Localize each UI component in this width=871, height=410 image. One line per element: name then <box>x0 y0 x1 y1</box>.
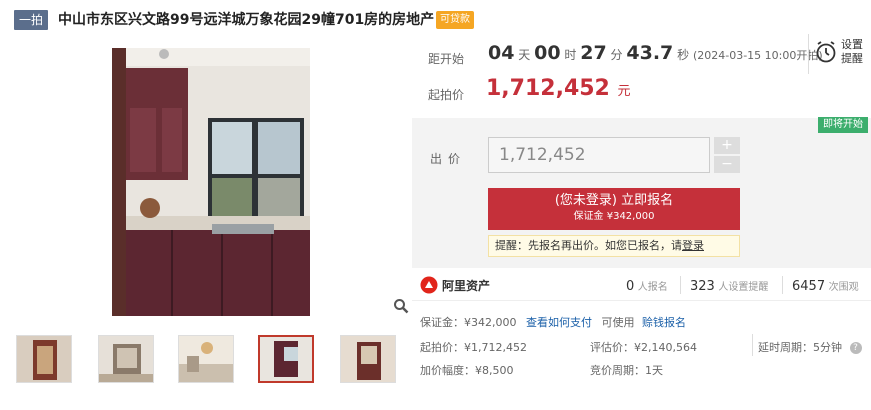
how-to-pay-link[interactable]: 查看如何支付 <box>526 316 592 329</box>
countdown-minutes: 27 <box>580 42 607 64</box>
delay-text: 延时周期：5分钟 <box>758 341 842 354</box>
stats-divider-1 <box>680 276 681 294</box>
reminder-count: 323 人设置提醒 <box>690 278 768 294</box>
start-price-amount: 1,712,452 <box>486 76 610 101</box>
set-reminder-button[interactable]: 设置 提醒 <box>808 34 870 74</box>
start-price-value: 1,712,452 元 <box>486 76 631 101</box>
detail-increment: 加价幅度：¥8,500 <box>420 364 514 377</box>
detail-cycle: 竞价周期：1天 <box>590 364 663 377</box>
reminders-label: 人设置提醒 <box>718 282 769 293</box>
increase-bid-button[interactable]: + <box>714 137 740 154</box>
platform-name: 阿里资产 <box>442 279 491 293</box>
tip-text: 提醒：先报名再出价。如您已报名，请 <box>495 239 682 252</box>
zoom-icon[interactable] <box>393 298 409 314</box>
thumbnail-1[interactable] <box>16 335 72 383</box>
view-count: 6457 次围观 <box>792 278 859 294</box>
reminder-label-2: 提醒 <box>841 52 863 65</box>
alarm-clock-icon <box>815 40 837 67</box>
countdown-minutes-unit: 分 <box>610 48 623 62</box>
countdown-days: 04 <box>488 42 515 64</box>
countdown-seconds: 43.7 <box>626 42 674 64</box>
details-divider <box>752 334 753 356</box>
deposit-use-label: 可使用 <box>601 316 635 329</box>
ali-assets-logo-icon <box>420 276 438 297</box>
bid-amount-input[interactable]: 1,712,452 <box>488 137 710 173</box>
reminders-value: 323 <box>690 279 715 294</box>
page-title: 中山市东区兴文路99号远洋城万象花园29幢701房的房地产 <box>58 12 435 28</box>
detail-delay: 延时周期：5分钟 ? <box>758 339 862 355</box>
login-link[interactable]: 登录 <box>682 239 704 252</box>
login-tip: 提醒：先报名再出价。如您已报名，请登录 <box>488 235 740 257</box>
register-deposit-label: 保证金 ¥342,000 <box>573 211 655 222</box>
start-time: (2024-03-15 10:00开拍) <box>692 49 823 62</box>
decrease-bid-button[interactable]: − <box>714 156 740 173</box>
register-now-button[interactable]: (您未登录) 立即报名 保证金 ¥342,000 <box>488 188 740 230</box>
thumbnail-3[interactable] <box>178 335 234 383</box>
deposit-row: 保证金：¥342,000 查看如何支付 可使用 赊钱报名 <box>420 314 686 330</box>
credit-signup-link[interactable]: 赊钱报名 <box>642 316 686 329</box>
thumbnail-2[interactable] <box>98 335 154 383</box>
signups-label: 人报名 <box>637 282 668 293</box>
signup-count: 0 人报名 <box>626 278 668 294</box>
thumbnail-4-selected[interactable] <box>258 335 314 383</box>
detail-appraisal: 评估价：¥2,140,564 <box>590 341 697 354</box>
start-price-unit: 元 <box>617 84 631 99</box>
signups-value: 0 <box>626 279 635 294</box>
deposit-label: 保证金：¥342,000 <box>420 316 517 329</box>
detail-start-price: 起拍价：¥1,712,452 <box>420 341 527 354</box>
main-property-photo[interactable] <box>112 48 310 316</box>
status-badge: 即将开始 <box>818 117 868 133</box>
auction-stage-tag: 一拍 <box>14 10 48 30</box>
bid-label: 出价 <box>430 152 467 166</box>
views-label: 次围观 <box>828 282 859 293</box>
start-price-label: 起拍价 <box>428 88 465 102</box>
views-value: 6457 <box>792 279 826 294</box>
countdown-hours-unit: 时 <box>564 48 577 62</box>
loan-badge: 可贷款 <box>436 11 474 29</box>
stats-divider-2 <box>782 276 783 294</box>
countdown-timer: 04 天 00 时 27 分 43.7 秒 (2024-03-15 10:00开… <box>488 42 823 64</box>
countdown-label: 距开始 <box>428 52 465 66</box>
countdown-days-unit: 天 <box>518 48 531 62</box>
countdown-hours: 00 <box>534 42 561 64</box>
thumbnail-5[interactable] <box>340 335 396 383</box>
register-button-label: (您未登录) 立即报名 <box>554 193 674 208</box>
countdown-seconds-unit: 秒 <box>677 48 690 62</box>
help-icon[interactable]: ? <box>849 342 862 354</box>
